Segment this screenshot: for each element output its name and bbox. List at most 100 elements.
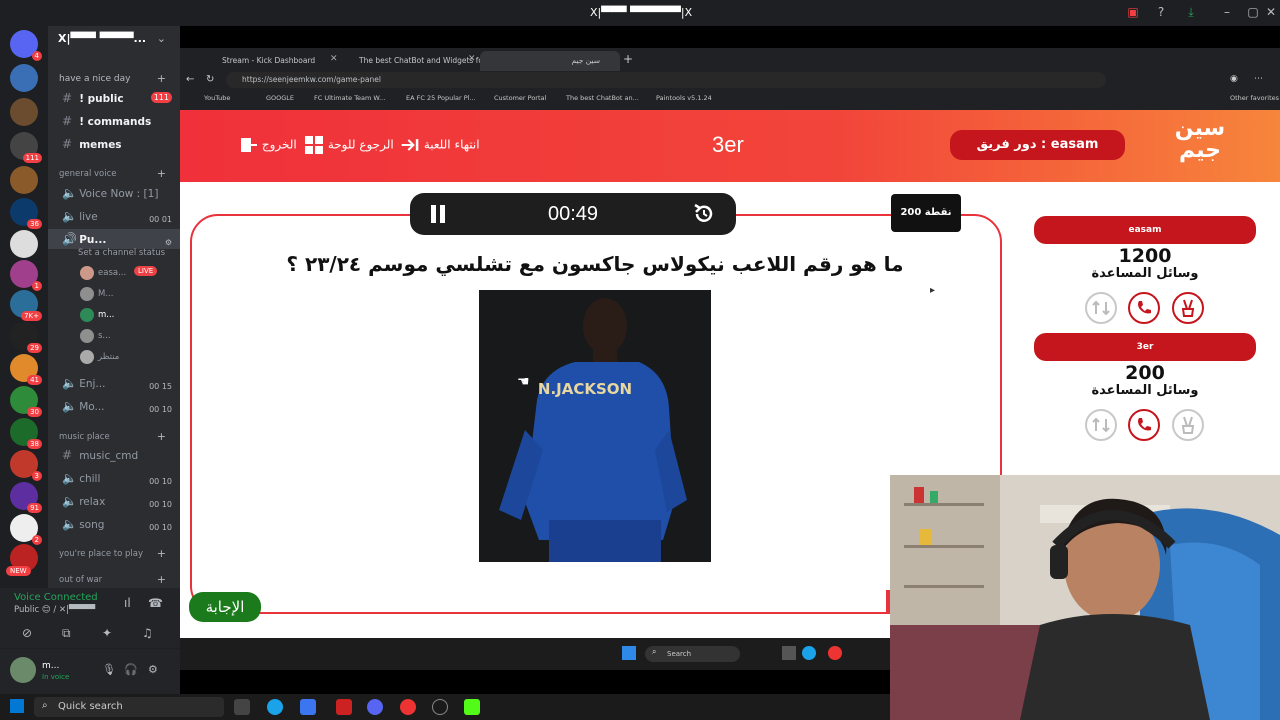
help-icon[interactable]: ? bbox=[1154, 5, 1168, 19]
bookmark-other-favorites[interactable]: Other favorites bbox=[1230, 94, 1279, 102]
add-channel-icon[interactable]: + bbox=[157, 573, 166, 586]
server-icon[interactable]: 3 bbox=[10, 450, 42, 481]
chrome-icon[interactable] bbox=[400, 699, 416, 715]
soundboard-icon[interactable]: ♫ bbox=[142, 626, 153, 640]
category-greeting[interactable]: have a nice day bbox=[59, 74, 130, 84]
answer-button[interactable]: الإجابة bbox=[189, 592, 261, 622]
headphones-icon[interactable]: 🎧 bbox=[124, 663, 138, 676]
maximize-icon[interactable]: ▢ bbox=[1246, 5, 1260, 19]
member-name[interactable]: M... bbox=[98, 289, 113, 299]
member-name[interactable]: m... bbox=[98, 310, 114, 320]
bookmark-fc-ultimate[interactable]: FC Ultimate Team W... bbox=[314, 94, 385, 102]
app-icon[interactable] bbox=[336, 699, 352, 715]
exit-button[interactable]: الخروج bbox=[238, 136, 297, 154]
discord-icon[interactable] bbox=[367, 699, 383, 715]
settings-icon[interactable]: ⚙ bbox=[148, 663, 158, 676]
member-name[interactable]: s... bbox=[98, 331, 111, 341]
task-view-icon[interactable] bbox=[234, 699, 250, 715]
activity-icon[interactable]: ✦ bbox=[102, 626, 112, 640]
quick-search-box[interactable]: Quick search bbox=[34, 697, 224, 717]
server-icon[interactable]: 1 bbox=[10, 260, 42, 291]
reset-timer-icon[interactable] bbox=[692, 203, 716, 225]
call-friend-button[interactable] bbox=[1128, 409, 1160, 441]
reload-icon[interactable]: ↻ bbox=[206, 74, 214, 85]
category-general-voice[interactable]: general voice bbox=[59, 169, 117, 179]
new-tab-icon[interactable]: + bbox=[623, 52, 633, 66]
channel-public[interactable]: # ! public 111 bbox=[48, 88, 180, 108]
windows-start-icon[interactable] bbox=[622, 646, 636, 660]
add-channel-icon[interactable]: + bbox=[157, 167, 166, 180]
voice-channel-public[interactable]: 🔊 Pu... ⚙ bbox=[48, 229, 180, 249]
windows-start-icon[interactable] bbox=[10, 699, 24, 713]
avatar[interactable] bbox=[80, 287, 94, 301]
category-out-of-war[interactable]: out of war bbox=[59, 575, 102, 585]
server-icon[interactable] bbox=[10, 64, 38, 92]
avatar[interactable] bbox=[80, 308, 94, 322]
back-icon[interactable]: ← bbox=[186, 74, 194, 85]
server-icon[interactable]: 91 bbox=[10, 482, 42, 513]
screen-share-icon[interactable]: ⧉ bbox=[62, 626, 71, 641]
voice-channel-enj[interactable]: 🔈 Enj... 00 15 bbox=[48, 373, 180, 393]
profile-icon[interactable]: ◉ bbox=[1230, 74, 1238, 84]
inner-search-box[interactable]: Search bbox=[645, 646, 740, 662]
address-bar[interactable]: https://seenjeemkw.com/game-panel bbox=[226, 72, 1106, 88]
channel-commands[interactable]: # ! commands bbox=[48, 111, 180, 131]
settings-icon[interactable]: ⚙ bbox=[165, 233, 172, 249]
discord-home-icon[interactable]: 4 bbox=[10, 30, 42, 61]
back-to-board-button[interactable]: الرجوع للوحة bbox=[304, 136, 394, 154]
double-answer-button[interactable] bbox=[1172, 409, 1204, 441]
avatar[interactable] bbox=[10, 657, 36, 683]
double-answer-button[interactable] bbox=[1172, 292, 1204, 324]
member-name[interactable]: easa... bbox=[98, 268, 126, 278]
server-icon[interactable]: 7K+ bbox=[10, 290, 42, 321]
category-music-place[interactable]: music place bbox=[59, 432, 110, 442]
bookmark-chatbot[interactable]: The best ChatBot an... bbox=[566, 94, 639, 102]
channel-music-cmd[interactable]: # music_cmd bbox=[48, 445, 180, 465]
server-icon[interactable]: 29 bbox=[10, 322, 42, 353]
kick-icon[interactable] bbox=[464, 699, 480, 715]
user-name[interactable]: m... bbox=[42, 661, 59, 671]
member-name[interactable]: منتظر bbox=[98, 352, 119, 362]
voice-now-channel[interactable]: 🔈 Voice Now : [1] bbox=[48, 183, 180, 203]
chrome-icon[interactable] bbox=[828, 646, 842, 660]
swap-question-button[interactable] bbox=[1085, 292, 1117, 324]
tab-chatbot[interactable]: The best ChatBot and Widgets fo... bbox=[333, 51, 490, 71]
avatar[interactable] bbox=[80, 266, 94, 280]
server-icon[interactable]: 38 bbox=[10, 418, 42, 449]
edge-icon[interactable] bbox=[267, 699, 283, 715]
swap-question-button[interactable] bbox=[1085, 409, 1117, 441]
server-icon[interactable] bbox=[10, 98, 38, 126]
end-game-button[interactable]: انتهاء اللعبة bbox=[400, 136, 480, 154]
voice-channel-relax[interactable]: 🔈 relax 00 10 bbox=[48, 491, 180, 511]
download-icon[interactable]: ⤓ bbox=[1184, 5, 1198, 19]
close-icon[interactable]: ✕ bbox=[1264, 5, 1278, 19]
voice-channel-name[interactable]: Public 😊 / ✕|▀▀▀▀ bbox=[14, 605, 95, 615]
microphone-icon[interactable]: 🎙 bbox=[102, 663, 116, 676]
add-channel-icon[interactable]: + bbox=[157, 430, 166, 443]
disconnect-icon[interactable]: ☎ bbox=[148, 596, 163, 610]
menu-icon[interactable]: ⋯ bbox=[1254, 74, 1263, 84]
add-channel-icon[interactable]: + bbox=[157, 72, 166, 85]
bookmark-customer-portal[interactable]: Customer Portal bbox=[494, 94, 546, 102]
voice-channel-mo[interactable]: 🔈 Mo... 00 10 bbox=[48, 396, 180, 416]
voice-channel-live[interactable]: 🔈 live 00 01 bbox=[48, 206, 180, 226]
signal-icon[interactable]: ıl bbox=[124, 596, 131, 610]
category-you-place[interactable]: you're place to play bbox=[59, 549, 143, 559]
server-icon[interactable]: 41 bbox=[10, 354, 42, 385]
close-tab-icon[interactable]: ✕ bbox=[468, 54, 476, 64]
server-icon[interactable]: 111 bbox=[10, 132, 42, 163]
server-name[interactable]: X|▀▀▀ ▀▀▀▀... bbox=[58, 32, 146, 45]
server-icon[interactable] bbox=[10, 230, 38, 258]
chevron-down-icon[interactable]: ⌄ bbox=[157, 32, 166, 45]
avatar[interactable] bbox=[80, 350, 94, 364]
voice-channel-chill[interactable]: 🔈 chill 00 10 bbox=[48, 468, 180, 488]
app-icon[interactable] bbox=[432, 699, 448, 715]
server-icon[interactable]: 2 bbox=[10, 514, 42, 545]
camera-off-icon[interactable]: ⊘ bbox=[22, 626, 32, 640]
voice-status[interactable]: Voice Connected bbox=[14, 592, 98, 603]
inbox-icon[interactable]: ▣ bbox=[1126, 5, 1140, 19]
task-view-icon[interactable] bbox=[782, 646, 796, 660]
app-icon[interactable] bbox=[300, 699, 316, 715]
edge-icon[interactable] bbox=[802, 646, 816, 660]
bookmark-google[interactable]: GOOGLE bbox=[266, 94, 294, 102]
